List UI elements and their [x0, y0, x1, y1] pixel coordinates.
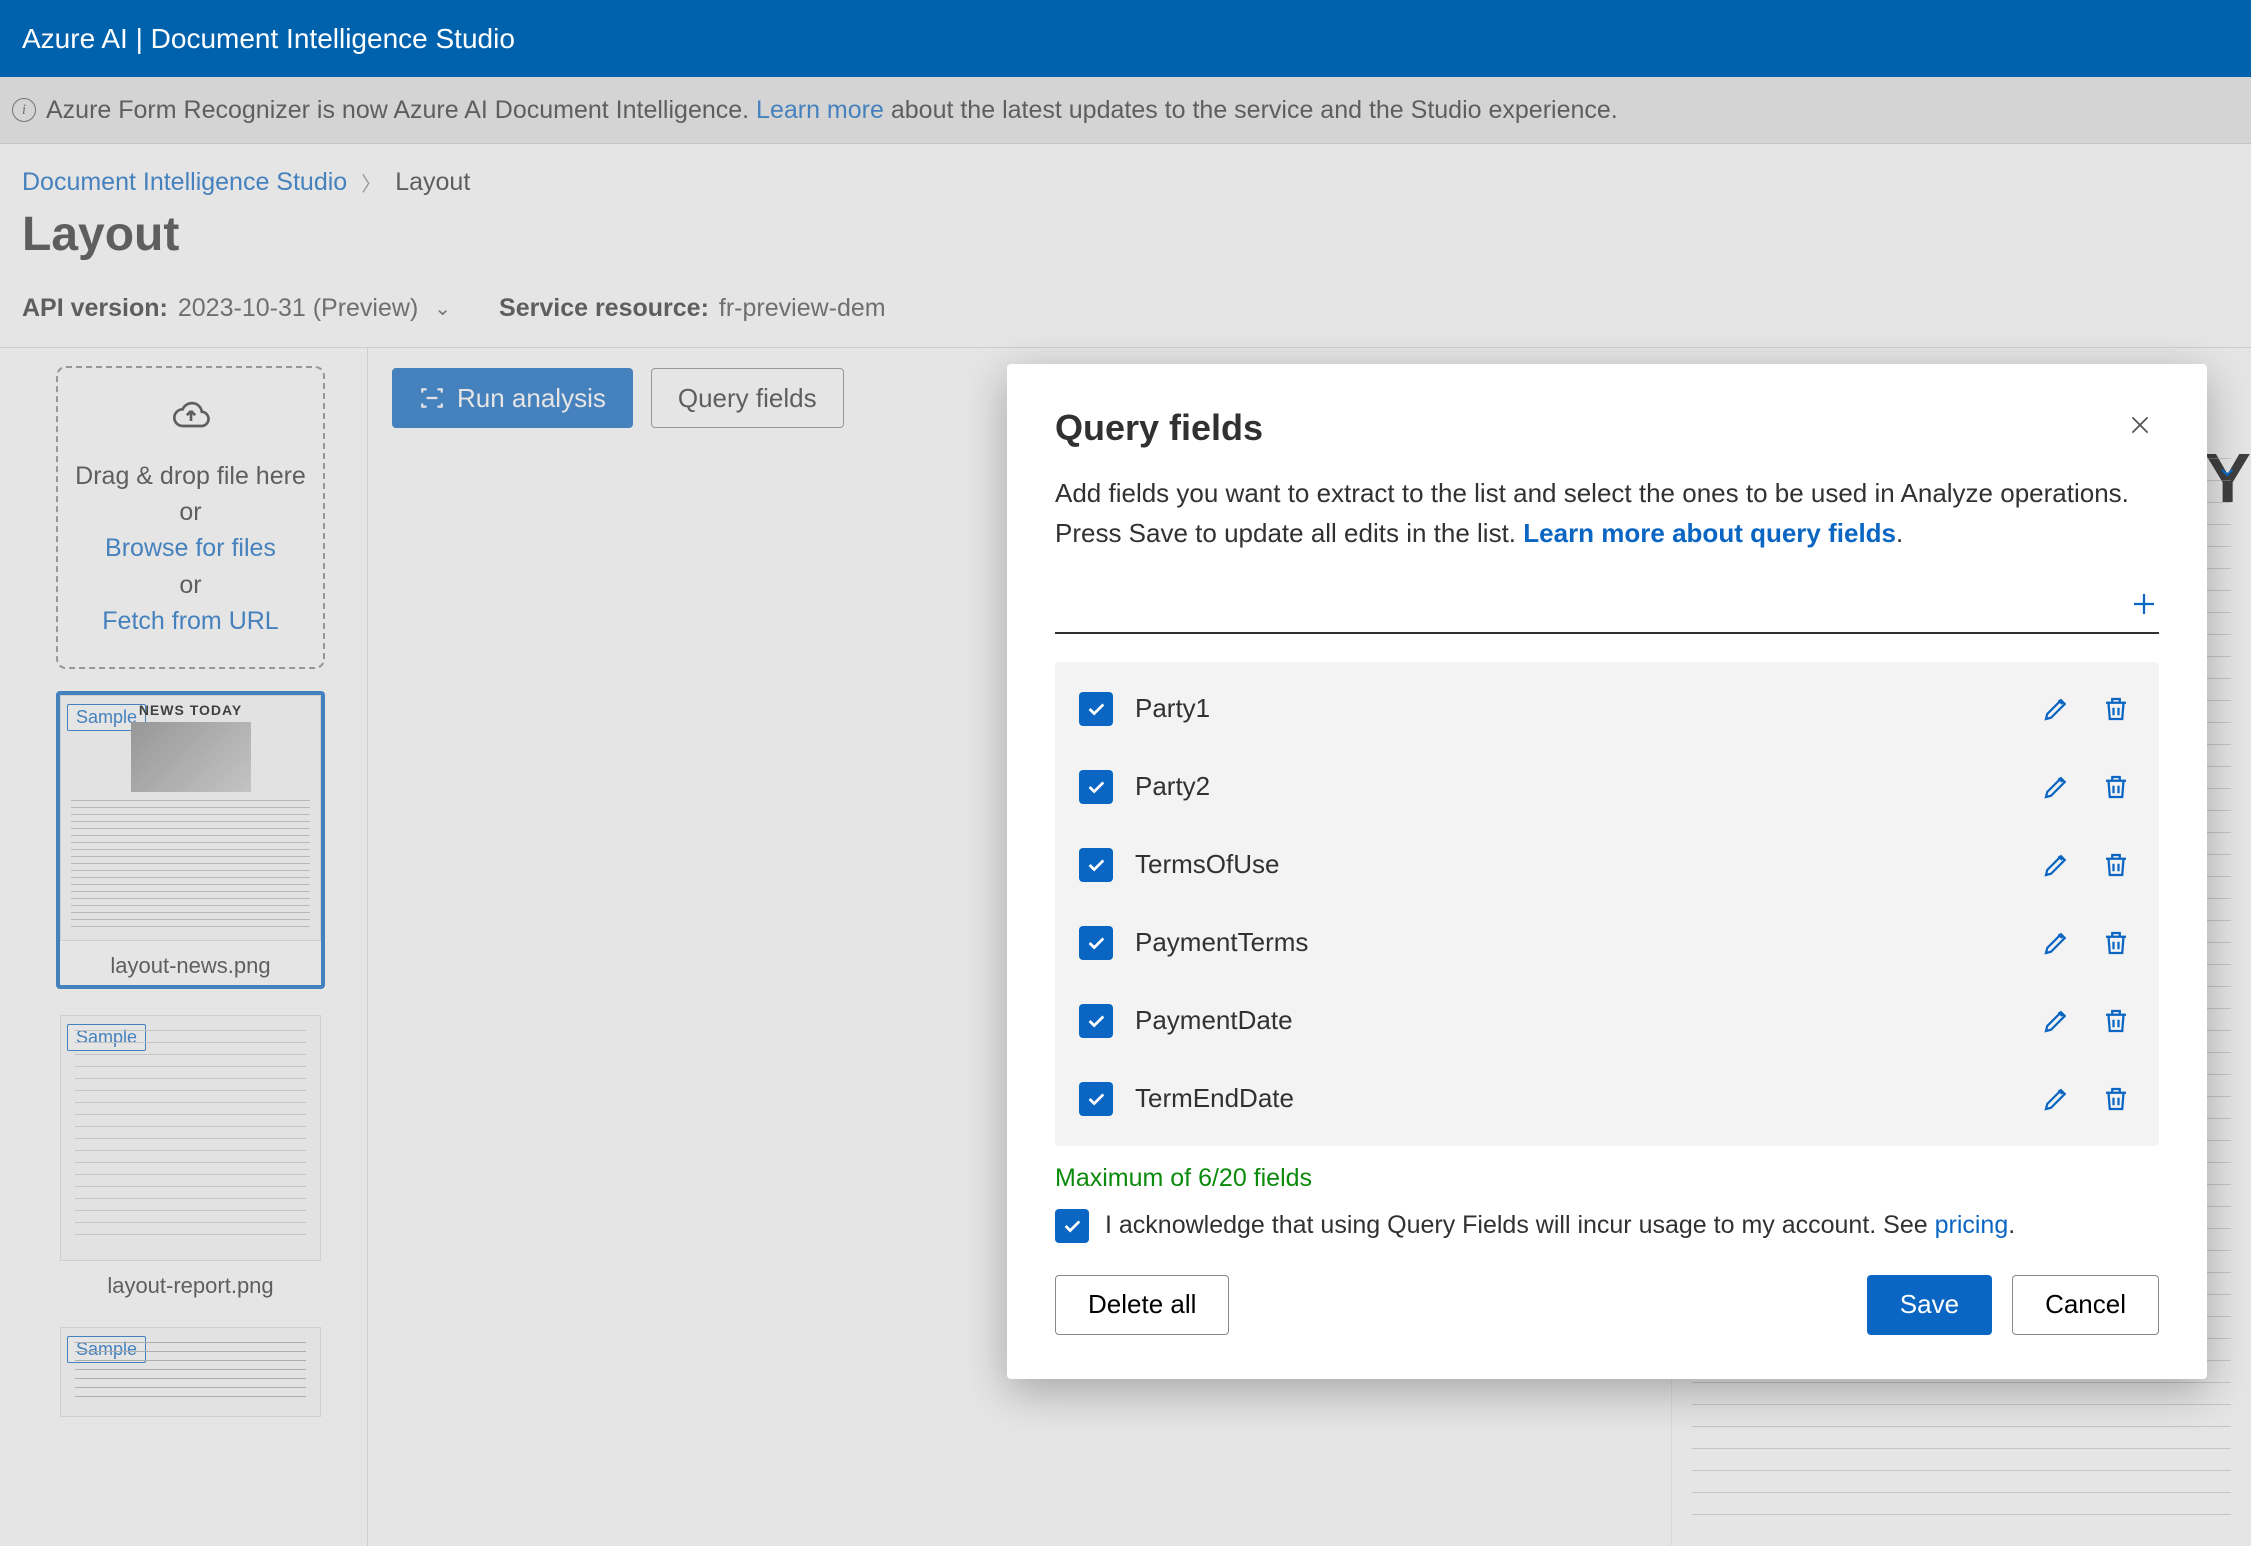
- field-checkbox[interactable]: [1079, 848, 1113, 882]
- save-button[interactable]: Save: [1867, 1275, 1992, 1335]
- close-button[interactable]: [2121, 406, 2159, 449]
- query-fields-modal: Query fields Add fields you want to extr…: [1007, 364, 2207, 1379]
- trash-icon: [2101, 694, 2131, 724]
- pencil-icon: [2041, 694, 2071, 724]
- close-icon: [2127, 412, 2153, 438]
- acknowledge-text: I acknowledge that using Query Fields wi…: [1105, 1211, 2015, 1240]
- field-name: Party1: [1135, 693, 2015, 724]
- pencil-icon: [2041, 850, 2071, 880]
- delete-field-button[interactable]: [2097, 1002, 2135, 1040]
- check-icon: [1085, 698, 1107, 720]
- banner-title: Azure AI | Document Intelligence Studio: [22, 23, 515, 55]
- pricing-link[interactable]: pricing: [1935, 1211, 2009, 1239]
- learn-more-query-fields-link[interactable]: Learn more about query fields: [1523, 518, 1896, 548]
- acknowledge-row: I acknowledge that using Query Fields wi…: [1055, 1209, 2159, 1243]
- check-icon: [1085, 1088, 1107, 1110]
- cancel-button[interactable]: Cancel: [2012, 1275, 2159, 1335]
- field-row: PaymentDate: [1055, 982, 2159, 1060]
- field-row: Party2: [1055, 748, 2159, 826]
- check-icon: [1085, 776, 1107, 798]
- plus-icon: [2129, 589, 2159, 619]
- field-checkbox[interactable]: [1079, 692, 1113, 726]
- check-icon: [1085, 932, 1107, 954]
- field-row: TermEndDate: [1055, 1060, 2159, 1138]
- chevron-down-icon[interactable]: ⌄: [2216, 450, 2239, 483]
- field-checkbox[interactable]: [1079, 1004, 1113, 1038]
- field-checkbox[interactable]: [1079, 1082, 1113, 1116]
- field-row: Party1: [1055, 670, 2159, 748]
- delete-field-button[interactable]: [2097, 768, 2135, 806]
- field-name: TermsOfUse: [1135, 849, 2015, 880]
- delete-field-button[interactable]: [2097, 924, 2135, 962]
- field-list: Party1 Party2 TermsOfUse PaymentTerms Paymen…: [1055, 662, 2159, 1146]
- pencil-icon: [2041, 772, 2071, 802]
- field-row: PaymentTerms: [1055, 904, 2159, 982]
- trash-icon: [2101, 772, 2131, 802]
- edit-field-button[interactable]: [2037, 768, 2075, 806]
- trash-icon: [2101, 850, 2131, 880]
- check-icon: [1061, 1215, 1083, 1237]
- delete-field-button[interactable]: [2097, 846, 2135, 884]
- trash-icon: [2101, 928, 2131, 958]
- delete-field-button[interactable]: [2097, 1080, 2135, 1118]
- field-name: PaymentDate: [1135, 1005, 2015, 1036]
- modal-description: Add fields you want to extract to the li…: [1055, 473, 2159, 554]
- add-field-button[interactable]: [2111, 583, 2159, 630]
- field-name: Party2: [1135, 771, 2015, 802]
- pencil-icon: [2041, 1084, 2071, 1114]
- acknowledge-checkbox[interactable]: [1055, 1209, 1089, 1243]
- field-row: TermsOfUse: [1055, 826, 2159, 904]
- field-limit-text: Maximum of 6/20 fields: [1055, 1164, 2159, 1193]
- top-banner: Azure AI | Document Intelligence Studio: [0, 0, 2251, 77]
- modal-footer: Delete all Save Cancel: [1055, 1275, 2159, 1335]
- delete-all-button[interactable]: Delete all: [1055, 1275, 1229, 1335]
- trash-icon: [2101, 1006, 2131, 1036]
- check-icon: [1085, 1010, 1107, 1032]
- field-checkbox[interactable]: [1079, 770, 1113, 804]
- edit-field-button[interactable]: [2037, 690, 2075, 728]
- edit-field-button[interactable]: [2037, 924, 2075, 962]
- edit-field-button[interactable]: [2037, 1002, 2075, 1040]
- trash-icon: [2101, 1084, 2131, 1114]
- pencil-icon: [2041, 1006, 2071, 1036]
- field-checkbox[interactable]: [1079, 926, 1113, 960]
- field-name: TermEndDate: [1135, 1083, 2015, 1114]
- check-icon: [1085, 854, 1107, 876]
- edit-field-button[interactable]: [2037, 846, 2075, 884]
- edit-field-button[interactable]: [2037, 1080, 2075, 1118]
- pencil-icon: [2041, 928, 2071, 958]
- delete-field-button[interactable]: [2097, 690, 2135, 728]
- add-field-input-row[interactable]: [1055, 582, 2159, 634]
- field-name: PaymentTerms: [1135, 927, 2015, 958]
- modal-title: Query fields: [1055, 407, 1263, 449]
